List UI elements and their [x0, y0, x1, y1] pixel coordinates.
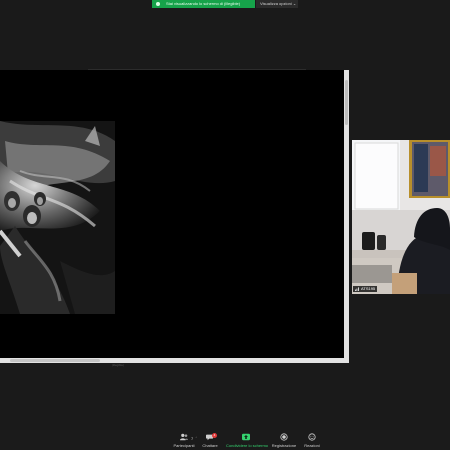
shared-photo: [0, 121, 115, 314]
meeting-toolbar: 7 ⌃ Partecipanti 4 Chattare Condividere …: [0, 430, 450, 450]
share-status-icon: [156, 2, 160, 6]
share-screen-icon: [242, 433, 250, 441]
share-screen-label: Condividere lo schermo: [226, 443, 269, 448]
vertical-scrollbar[interactable]: [344, 70, 349, 362]
reactions-button[interactable]: Reazioni: [292, 432, 332, 448]
page-indicator: (illegible): [112, 363, 125, 367]
participant-video[interactable]: ATS195: [352, 140, 450, 294]
screen-share-banner[interactable]: Stai visualizzando lo schermo di (illegi…: [152, 0, 255, 8]
chat-label: Chattare: [202, 443, 218, 448]
record-icon: [280, 433, 288, 441]
share-screen-button[interactable]: Condividere lo schermo: [226, 432, 269, 448]
view-options-button[interactable]: Visualizza opzioni ⌄: [256, 0, 298, 8]
chat-button[interactable]: 4 Chattare: [190, 432, 230, 448]
photo-graphic: [0, 121, 115, 314]
participants-icon: [180, 433, 188, 441]
horizontal-scrollbar[interactable]: [0, 358, 349, 363]
participant-name: ATS195: [361, 286, 376, 291]
participant-name-tag: ATS195: [353, 286, 378, 292]
signal-icon: [355, 287, 359, 291]
smiley-icon: [308, 433, 316, 441]
chat-badge: 4: [212, 433, 217, 438]
video-feed: [352, 140, 450, 294]
screen-share-banner-text: Stai visualizzando lo schermo di (illegi…: [166, 1, 241, 6]
reactions-label: Reazioni: [304, 443, 320, 448]
